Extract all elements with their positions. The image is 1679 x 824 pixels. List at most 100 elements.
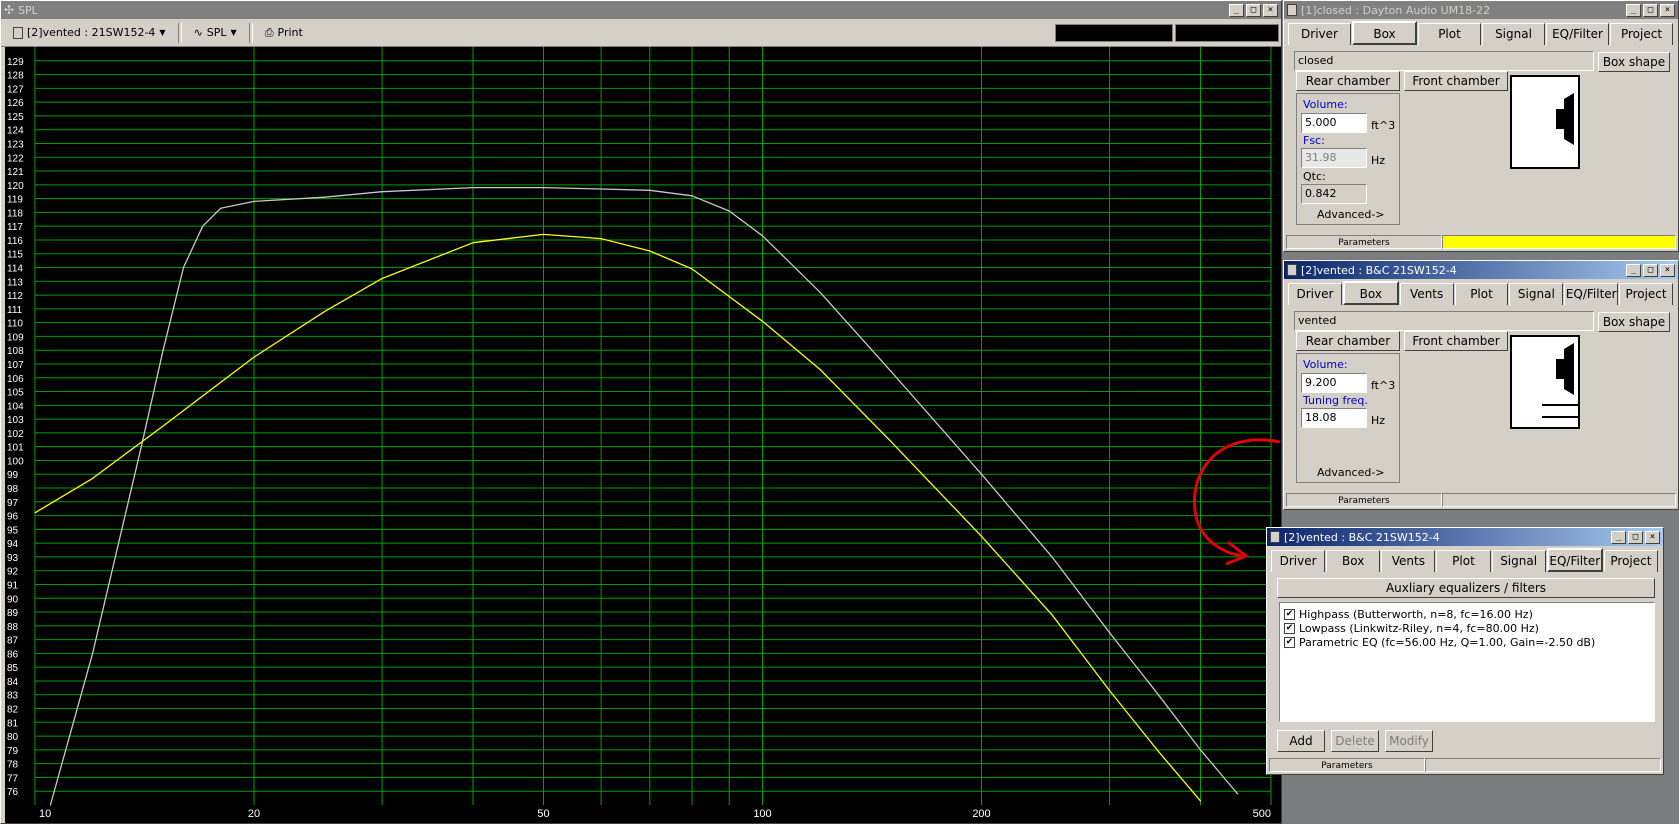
view-select[interactable]: ∿ SPL ▼ xyxy=(188,22,243,44)
tab-box[interactable]: Box xyxy=(1326,550,1381,572)
tuning-freq-input[interactable]: 18.08 xyxy=(1301,408,1367,428)
x-tick-label: 200 xyxy=(972,808,990,820)
front-chamber-button[interactable]: Front chamber xyxy=(1404,71,1508,91)
series-1-point xyxy=(1051,556,1053,558)
minimize-button[interactable]: _ xyxy=(1229,3,1244,17)
checkbox[interactable]: ✔ xyxy=(1284,608,1295,620)
speaker-cone-icon xyxy=(1542,343,1578,418)
y-tick-label: 127 xyxy=(7,84,24,95)
modify-button[interactable]: Modify xyxy=(1385,730,1433,752)
series-1-point xyxy=(1237,793,1239,795)
y-tick-label: 104 xyxy=(7,401,24,412)
series-1-point xyxy=(1157,694,1159,696)
qtc-label: Qtc: xyxy=(1303,170,1326,183)
series-1-point xyxy=(253,200,255,202)
tab-plot[interactable]: Plot xyxy=(1436,550,1491,572)
list-item[interactable]: ✔ Highpass (Butterworth, n=8, fc=16.00 H… xyxy=(1280,607,1654,621)
box-shape-button[interactable]: Box shape xyxy=(1598,52,1670,72)
delete-button[interactable]: Delete xyxy=(1331,730,1379,752)
tab-vents[interactable]: Vents xyxy=(1399,283,1454,305)
volume-input[interactable]: 5.000 xyxy=(1301,113,1367,133)
win3-titlebar[interactable]: [2]vented : B&C 21SW152-4 _ □ × xyxy=(1267,528,1663,546)
series-1-point xyxy=(323,196,326,198)
series-1-point xyxy=(761,235,764,237)
tab-box[interactable]: Box xyxy=(1352,21,1417,45)
tab-eq-filter[interactable]: EQ/Filter xyxy=(1546,23,1609,45)
rear-chamber-button[interactable]: Rear chamber xyxy=(1296,331,1400,351)
series-1-point xyxy=(819,291,821,293)
tab-driver[interactable]: Driver xyxy=(1288,23,1351,45)
add-button[interactable]: Add xyxy=(1277,730,1325,752)
spl-chart[interactable]: 129 128 127 126 125 124 123 122 121 120 119 118 117 1… xyxy=(5,47,1281,823)
series-2-point xyxy=(472,242,474,244)
tab-plot[interactable]: Plot xyxy=(1454,283,1509,305)
series-2-point xyxy=(600,237,602,240)
advanced-button[interactable]: Advanced-> xyxy=(1317,466,1385,479)
tab-project[interactable]: Project xyxy=(1619,283,1674,305)
maximize-button[interactable]: □ xyxy=(1643,3,1658,17)
maximize-button[interactable]: □ xyxy=(1628,530,1643,544)
status-progress xyxy=(1442,235,1676,249)
tab-signal[interactable]: Signal xyxy=(1482,23,1545,45)
close-button[interactable]: × xyxy=(1660,3,1675,17)
spl-plot[interactable]: 129 128 127 126 125 124 123 122 121 120 119 118 117 1… xyxy=(5,47,1281,823)
y-tick-label: 109 xyxy=(7,332,24,343)
series-2-point xyxy=(890,440,892,442)
filter-list[interactable]: ✔ Highpass (Butterworth, n=8, fc=16.00 H… xyxy=(1279,602,1655,722)
win2-titlebar[interactable]: [2]vented : B&C 21SW152-4 _ □ × xyxy=(1284,261,1678,279)
list-item[interactable]: ✔ Lowpass (Linkwitz-Riley, n=4, fc=80.00… xyxy=(1280,621,1654,635)
tab-project[interactable]: Project xyxy=(1610,23,1673,45)
checkbox[interactable]: ✔ xyxy=(1284,636,1295,648)
tab-eq-filter[interactable]: EQ/Filter xyxy=(1564,283,1619,305)
x-tick-label: 100 xyxy=(753,808,771,820)
closed-box-window: [1]closed : Dayton Audio UM18-22 _ □ × D… xyxy=(1283,0,1679,252)
y-tick-label: 85 xyxy=(7,663,19,674)
view-select-label: SPL xyxy=(206,26,227,39)
tab-plot[interactable]: Plot xyxy=(1418,23,1481,45)
minimize-button[interactable]: _ xyxy=(1611,530,1626,544)
print-button[interactable]: ⎙ Print xyxy=(259,22,309,44)
front-chamber-button[interactable]: Front chamber xyxy=(1404,331,1508,351)
y-tick-label: 81 xyxy=(7,718,19,729)
tab-vents[interactable]: Vents xyxy=(1381,550,1436,572)
y-tick-label: 108 xyxy=(7,346,24,357)
y-tick-label: 92 xyxy=(7,567,19,578)
series-2-point xyxy=(761,320,764,322)
tab-signal[interactable]: Signal xyxy=(1509,283,1564,305)
win1-titlebar[interactable]: [1]closed : Dayton Audio UM18-22 _ □ × xyxy=(1284,1,1678,19)
maximize-button[interactable]: □ xyxy=(1246,3,1261,17)
x-tick-label: 50 xyxy=(537,808,549,820)
close-button[interactable]: × xyxy=(1660,263,1675,277)
y-tick-label: 117 xyxy=(7,222,23,233)
series-2-point xyxy=(253,356,255,358)
y-tick-label: 80 xyxy=(7,732,19,743)
win2-statusbar: Parameters xyxy=(1286,493,1676,507)
tuning-freq-label: Tuning freq. xyxy=(1303,394,1368,407)
series-2-point xyxy=(162,425,164,427)
y-tick-label: 110 xyxy=(7,319,23,330)
tab-driver[interactable]: Driver xyxy=(1271,550,1326,572)
list-item[interactable]: ✔ Parametric EQ (fc=56.00 Hz, Q=1.00, Ga… xyxy=(1280,635,1654,649)
advanced-button[interactable]: Advanced-> xyxy=(1317,208,1385,221)
spl-titlebar[interactable]: ✣ SPL _ □ × xyxy=(1,1,1281,19)
tab-driver[interactable]: Driver xyxy=(1288,283,1342,305)
volume-input[interactable]: 9.200 xyxy=(1301,373,1367,393)
y-tick-label: 105 xyxy=(7,388,24,399)
project-select[interactable]: [2]vented : 21SW152-4 ▼ xyxy=(7,22,172,44)
checkbox[interactable]: ✔ xyxy=(1284,622,1295,634)
close-button[interactable]: × xyxy=(1645,530,1660,544)
y-tick-label: 90 xyxy=(7,594,19,605)
series-2-point xyxy=(819,368,821,371)
tab-signal[interactable]: Signal xyxy=(1491,550,1546,572)
minimize-button[interactable]: _ xyxy=(1626,263,1641,277)
win3-statusbar: Parameters xyxy=(1269,758,1661,772)
tab-eq-filter[interactable]: EQ/Filter xyxy=(1546,548,1603,572)
minimize-button[interactable]: _ xyxy=(1626,3,1641,17)
box-shape-button[interactable]: Box shape xyxy=(1598,312,1670,332)
maximize-button[interactable]: □ xyxy=(1643,263,1658,277)
tab-project[interactable]: Project xyxy=(1603,550,1658,572)
rear-chamber-button[interactable]: Rear chamber xyxy=(1296,71,1400,91)
tab-box[interactable]: Box xyxy=(1342,281,1399,305)
series-1-point xyxy=(220,207,222,209)
close-button[interactable]: × xyxy=(1263,3,1278,17)
